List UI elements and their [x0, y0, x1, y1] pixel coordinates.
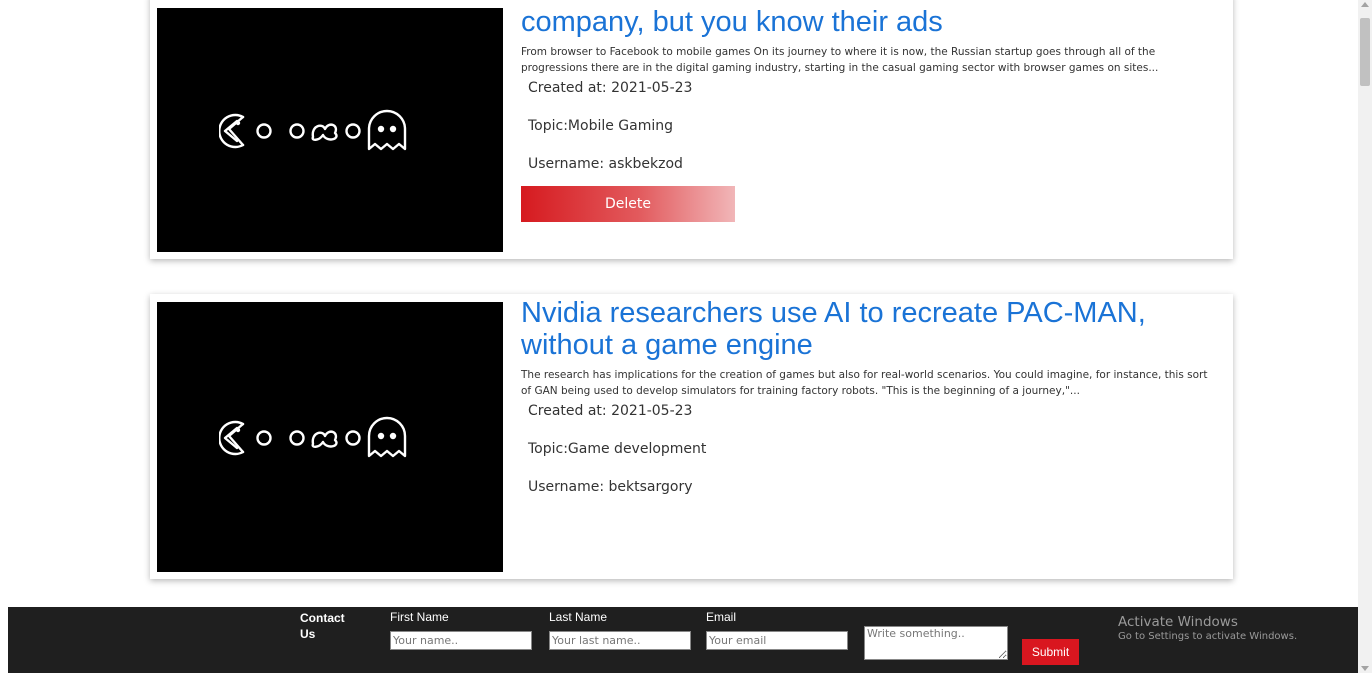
article-thumbnail	[157, 8, 503, 252]
email-label: Email	[706, 610, 737, 624]
article-content: Nvidia researchers use AI to recreate PA…	[521, 296, 1219, 515]
contact-footer: Contact Us First Name Last Name Email Su…	[8, 607, 1358, 673]
vertical-scrollbar[interactable]	[1358, 0, 1372, 673]
article-excerpt: From browser to Facebook to mobile games…	[521, 46, 1159, 74]
first-name-label: First Name	[390, 610, 449, 624]
scrollbar-thumb[interactable]	[1360, 18, 1370, 86]
article-content: company, but you know their ads From bro…	[521, 6, 1219, 222]
article-thumbnail	[157, 302, 503, 572]
last-name-label: Last Name	[549, 610, 608, 624]
article-card: Nvidia researchers use AI to recreate PA…	[150, 294, 1233, 579]
contact-title: Contact Us	[300, 611, 345, 641]
watermark-subtitle: Go to Settings to activate Windows.	[1118, 631, 1298, 642]
pacman-logo-icon	[219, 109, 407, 151]
article-title[interactable]: Nvidia researchers use AI to recreate PA…	[521, 297, 1219, 361]
topic-text: Topic:Mobile Gaming	[528, 118, 674, 134]
scroll-up-arrow-icon[interactable]	[1361, 2, 1369, 7]
article-title[interactable]: company, but you know their ads	[521, 6, 1219, 38]
article-card: company, but you know their ads From bro…	[150, 0, 1233, 259]
username-text: Username: bektsargory	[528, 479, 693, 495]
activate-windows-watermark: Activate Windows Go to Settings to activ…	[1118, 614, 1297, 644]
email-input[interactable]	[706, 631, 848, 650]
page-viewport: company, but you know their ads From bro…	[0, 0, 1358, 673]
article-created: Created at: 2021-05-23	[528, 78, 1219, 116]
message-textarea[interactable]	[864, 626, 1008, 660]
topic-text: Topic:Game development	[528, 441, 707, 457]
article-topic: Topic:Game development	[528, 439, 1219, 477]
article-topic: Topic:Mobile Gaming	[528, 116, 1219, 154]
delete-button[interactable]: Delete	[521, 186, 735, 222]
first-name-input[interactable]	[390, 631, 532, 650]
created-text: Created at: 2021-05-23	[528, 403, 693, 419]
pacman-logo-icon	[219, 416, 407, 458]
article-username: Username: bektsargory	[528, 477, 1219, 515]
article-excerpt: The research has implications for the cr…	[521, 369, 1208, 397]
last-name-group: Last Name	[549, 610, 691, 650]
last-name-input[interactable]	[549, 631, 691, 650]
article-created: Created at: 2021-05-23	[528, 401, 1219, 439]
email-group: Email	[706, 610, 848, 650]
username-text: Username: askbekzod	[528, 156, 683, 172]
scroll-down-arrow-icon[interactable]	[1361, 666, 1369, 671]
first-name-group: First Name	[390, 610, 532, 650]
watermark-title: Activate Windows	[1118, 614, 1238, 630]
submit-button[interactable]: Submit	[1022, 639, 1079, 665]
created-text: Created at: 2021-05-23	[528, 80, 693, 96]
